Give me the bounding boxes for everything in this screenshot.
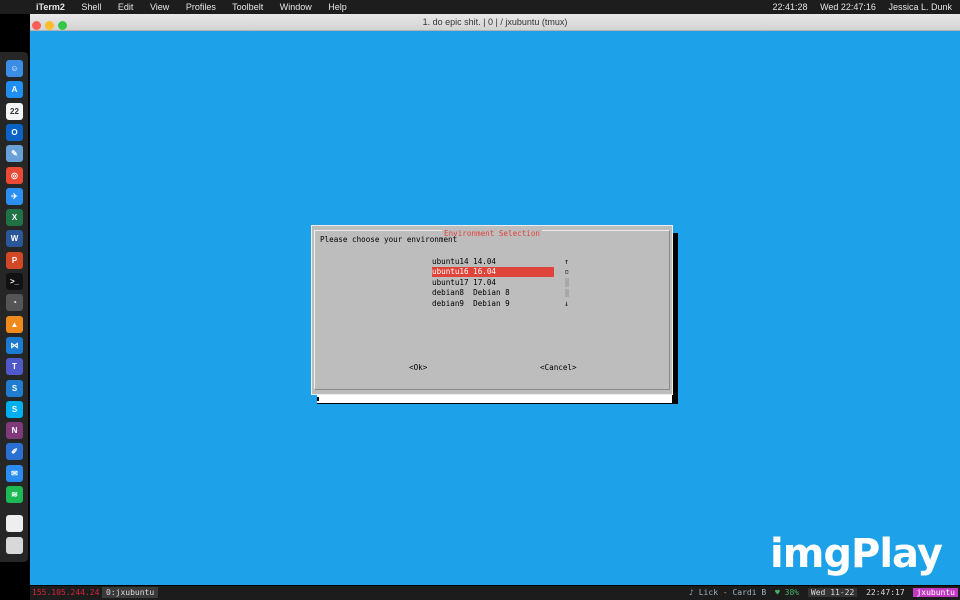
macos-menubar: iTerm2 Shell Edit View Profiles Toolbelt… — [0, 0, 960, 14]
vscode-icon[interactable]: ⋈ — [6, 336, 23, 354]
tmux-hostname: jxubuntu — [913, 588, 958, 597]
window-title: 1. do epic shit. | 0 | / jxubuntu (tmux) — [422, 17, 568, 27]
menu-shell[interactable]: Shell — [81, 2, 101, 12]
menu-help[interactable]: Help — [328, 2, 347, 12]
menubar-clock[interactable]: Wed 22:47:16 — [820, 2, 876, 12]
list-item-ubuntu14[interactable]: ubuntu14 14.04 — [432, 257, 554, 267]
tmux-battery: ♥ 38% — [775, 588, 800, 597]
paintbrush-icon[interactable]: ✐ — [6, 443, 23, 461]
scroll-thumb-icon[interactable]: ▫ — [564, 267, 569, 277]
scroll-track[interactable] — [565, 289, 569, 297]
tmux-ip-address: 155.105.244.24 — [32, 588, 100, 597]
tmux-now-playing: ♪ Lick - Cardi B — [689, 588, 767, 597]
menu-edit[interactable]: Edit — [118, 2, 134, 12]
tmux-time: 22:47:17 — [866, 588, 905, 597]
scroll-up-arrow-icon[interactable]: ↑ — [564, 257, 569, 267]
trash-icon[interactable] — [6, 536, 23, 554]
onenote-icon[interactable]: N — [6, 422, 23, 440]
activity-monitor-icon[interactable]: ◔ — [6, 294, 23, 312]
menu-window[interactable]: Window — [280, 2, 312, 12]
environment-list[interactable]: ubuntu14 14.04 ubuntu16 16.04 ubuntu17 1… — [318, 246, 664, 354]
calendar-icon[interactable]: 22 — [6, 102, 23, 120]
tmux-status-right: ♪ Lick - Cardi B ♥ 38% Wed 11-22 22:47:1… — [685, 587, 958, 598]
scroll-track[interactable] — [565, 278, 569, 287]
menubar-user[interactable]: Jessica L. Dunk — [888, 2, 952, 12]
terminal-icon[interactable]: >_ — [6, 273, 23, 290]
window-titlebar[interactable]: 1. do epic shit. | 0 | / jxubuntu (tmux) — [30, 14, 960, 31]
list-item-ubuntu17[interactable]: ubuntu17 17.04 — [432, 278, 554, 288]
word-icon[interactable]: W — [6, 230, 23, 248]
messenger-icon[interactable]: ✉ — [6, 464, 23, 482]
chrome-icon[interactable]: ◎ — [6, 166, 23, 184]
imgplay-watermark: imgPlay — [770, 531, 943, 577]
powerpoint-icon[interactable]: P — [6, 251, 23, 269]
list-item-debian9[interactable]: debian9 Debian 9 — [432, 299, 554, 309]
excel-icon[interactable]: X — [6, 209, 23, 227]
vlc-icon[interactable]: ▲ — [6, 315, 23, 333]
safari-icon[interactable]: ✈ — [6, 187, 23, 205]
menu-view[interactable]: View — [150, 2, 169, 12]
outlook-icon[interactable]: O — [6, 123, 23, 141]
menubar-timer[interactable]: 22:41:28 — [773, 2, 808, 12]
scroll-down-arrow-icon[interactable]: ↓ — [564, 299, 569, 309]
dialog-prompt: Please choose your environment — [320, 235, 458, 244]
preview-icon[interactable]: ✎ — [6, 145, 23, 163]
menu-app-name[interactable]: iTerm2 — [36, 2, 65, 12]
app-store-icon[interactable]: A — [6, 81, 23, 99]
ok-button[interactable]: <Ok> — [409, 363, 427, 373]
cancel-button[interactable]: <Cancel> — [540, 363, 577, 373]
dock: ☺ A 22 O ✎ ◎ ✈ X W P >_ ◔ ▲ ⋈ T S S N ✐ ✉ ≋ — [0, 52, 28, 562]
environment-selection-dialog: Environment Selection Please choose your… — [311, 225, 673, 395]
menu-profiles[interactable]: Profiles — [186, 2, 216, 12]
skype-business-icon[interactable]: S — [6, 379, 23, 397]
teams-icon[interactable]: T — [6, 358, 23, 376]
spotify-icon[interactable]: ≋ — [6, 486, 23, 503]
cursor-mark — [317, 397, 319, 401]
menu-toolbelt[interactable]: Toolbelt — [232, 2, 263, 12]
tmux-status-bar: 155.105.244.24 0:jxubuntu ♪ Lick - Cardi… — [30, 586, 960, 600]
tmux-window-tab[interactable]: 0:jxubuntu — [102, 587, 159, 598]
list-item-ubuntu16[interactable]: ubuntu16 16.04 — [432, 267, 554, 277]
dialog-bottom-bar — [317, 395, 672, 403]
tmux-date: Wed 11-22 — [807, 588, 858, 597]
skype-icon[interactable]: S — [6, 400, 23, 418]
app-menus: iTerm2 Shell Edit View Profiles Toolbelt… — [36, 0, 361, 14]
menubar-status-area: 22:41:28 Wed 22:47:16 Jessica L. Dunk — [763, 0, 953, 14]
finder-icon[interactable]: ☺ — [6, 60, 23, 77]
list-item-debian8[interactable]: debian8 Debian 8 — [432, 288, 554, 298]
document-icon[interactable] — [6, 515, 23, 533]
